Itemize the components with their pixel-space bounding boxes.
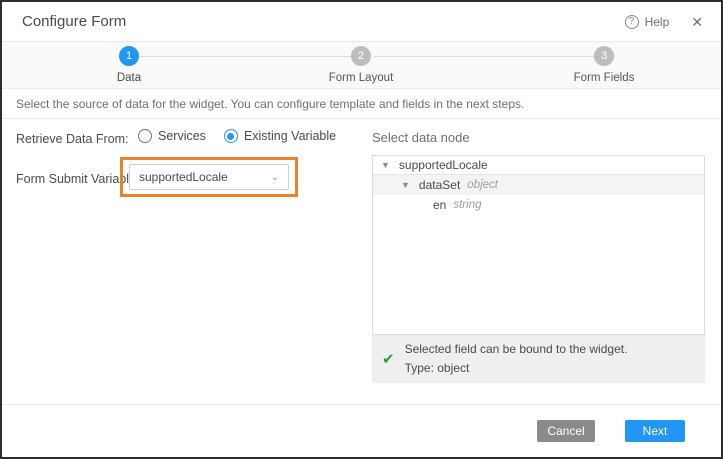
next-button[interactable]: Next: [625, 420, 685, 442]
radio-option-services[interactable]: Services: [138, 129, 206, 143]
form-submit-variable-select[interactable]: supportedLocale ⌄: [129, 164, 289, 190]
tree-row-en[interactable]: en string: [373, 195, 704, 215]
tree-row-dataset[interactable]: ▼ dataSet object: [373, 175, 704, 195]
retrieve-data-radio-group: Services Existing Variable: [138, 129, 336, 143]
chevron-down-icon[interactable]: ▼: [381, 160, 390, 170]
step-circle-form-layout[interactable]: 2: [351, 46, 371, 66]
select-data-node-title: Select data node: [372, 130, 470, 145]
annotation-highlight-box: supportedLocale ⌄: [120, 157, 298, 197]
close-icon[interactable]: ✕: [691, 15, 703, 29]
status-line-1: Selected field can be bound to the widge…: [405, 340, 628, 359]
configure-form-dialog: Configure Form ? Help ✕ 1 2 3 Data Form …: [0, 0, 723, 459]
check-icon: ✔: [382, 350, 395, 368]
step-label-form-layout: Form Layout: [329, 72, 394, 84]
description-text: Select the source of data for the widget…: [16, 97, 524, 111]
stepper-connector: [373, 56, 594, 57]
data-node-tree: ▼ supportedLocale ▼ dataSet object en st…: [372, 155, 705, 335]
stepper: 1 2 3 Data Form Layout Form Fields: [2, 42, 721, 89]
select-value: supportedLocale: [139, 170, 228, 184]
step-label-form-fields: Form Fields: [574, 72, 635, 84]
radio-services-icon: [138, 129, 152, 143]
radio-option-existing-variable[interactable]: Existing Variable: [224, 129, 336, 143]
tree-node-label: dataSet: [419, 178, 460, 192]
help-icon: ?: [625, 15, 639, 29]
help-label: Help: [645, 15, 670, 29]
radio-existing-variable-label: Existing Variable: [244, 129, 336, 143]
tree-row-supportedlocale[interactable]: ▼ supportedLocale: [373, 156, 704, 175]
tree-node-type: object: [467, 179, 498, 191]
chevron-down-icon[interactable]: ▼: [401, 180, 410, 190]
cancel-button[interactable]: Cancel: [537, 420, 595, 442]
step-circle-form-fields[interactable]: 3: [594, 46, 614, 66]
help-button[interactable]: ? Help: [625, 15, 670, 29]
binding-status-box: ✔ Selected field can be bound to the wid…: [372, 335, 705, 383]
tree-node-type: string: [453, 199, 481, 211]
status-line-2: Type: object: [405, 359, 628, 378]
step-circle-data[interactable]: 1: [119, 46, 139, 66]
tree-node-label: en: [433, 198, 446, 212]
radio-services-label: Services: [158, 129, 206, 143]
radio-existing-variable-icon: [224, 129, 238, 143]
dialog-footer: Cancel Next: [2, 405, 721, 453]
retrieve-data-from-label: Retrieve Data From:: [16, 132, 129, 146]
tree-node-label: supportedLocale: [399, 158, 488, 172]
chevron-down-icon: ⌄: [271, 172, 279, 183]
dialog-title: Configure Form: [22, 13, 625, 30]
step-label-data: Data: [117, 72, 141, 84]
stepper-connector: [139, 56, 351, 57]
content-area: Retrieve Data From: Services Existing Va…: [2, 119, 721, 405]
description-row: Select the source of data for the widget…: [2, 89, 721, 119]
status-text: Selected field can be bound to the widge…: [405, 340, 628, 378]
dialog-header: Configure Form ? Help ✕: [2, 2, 721, 42]
